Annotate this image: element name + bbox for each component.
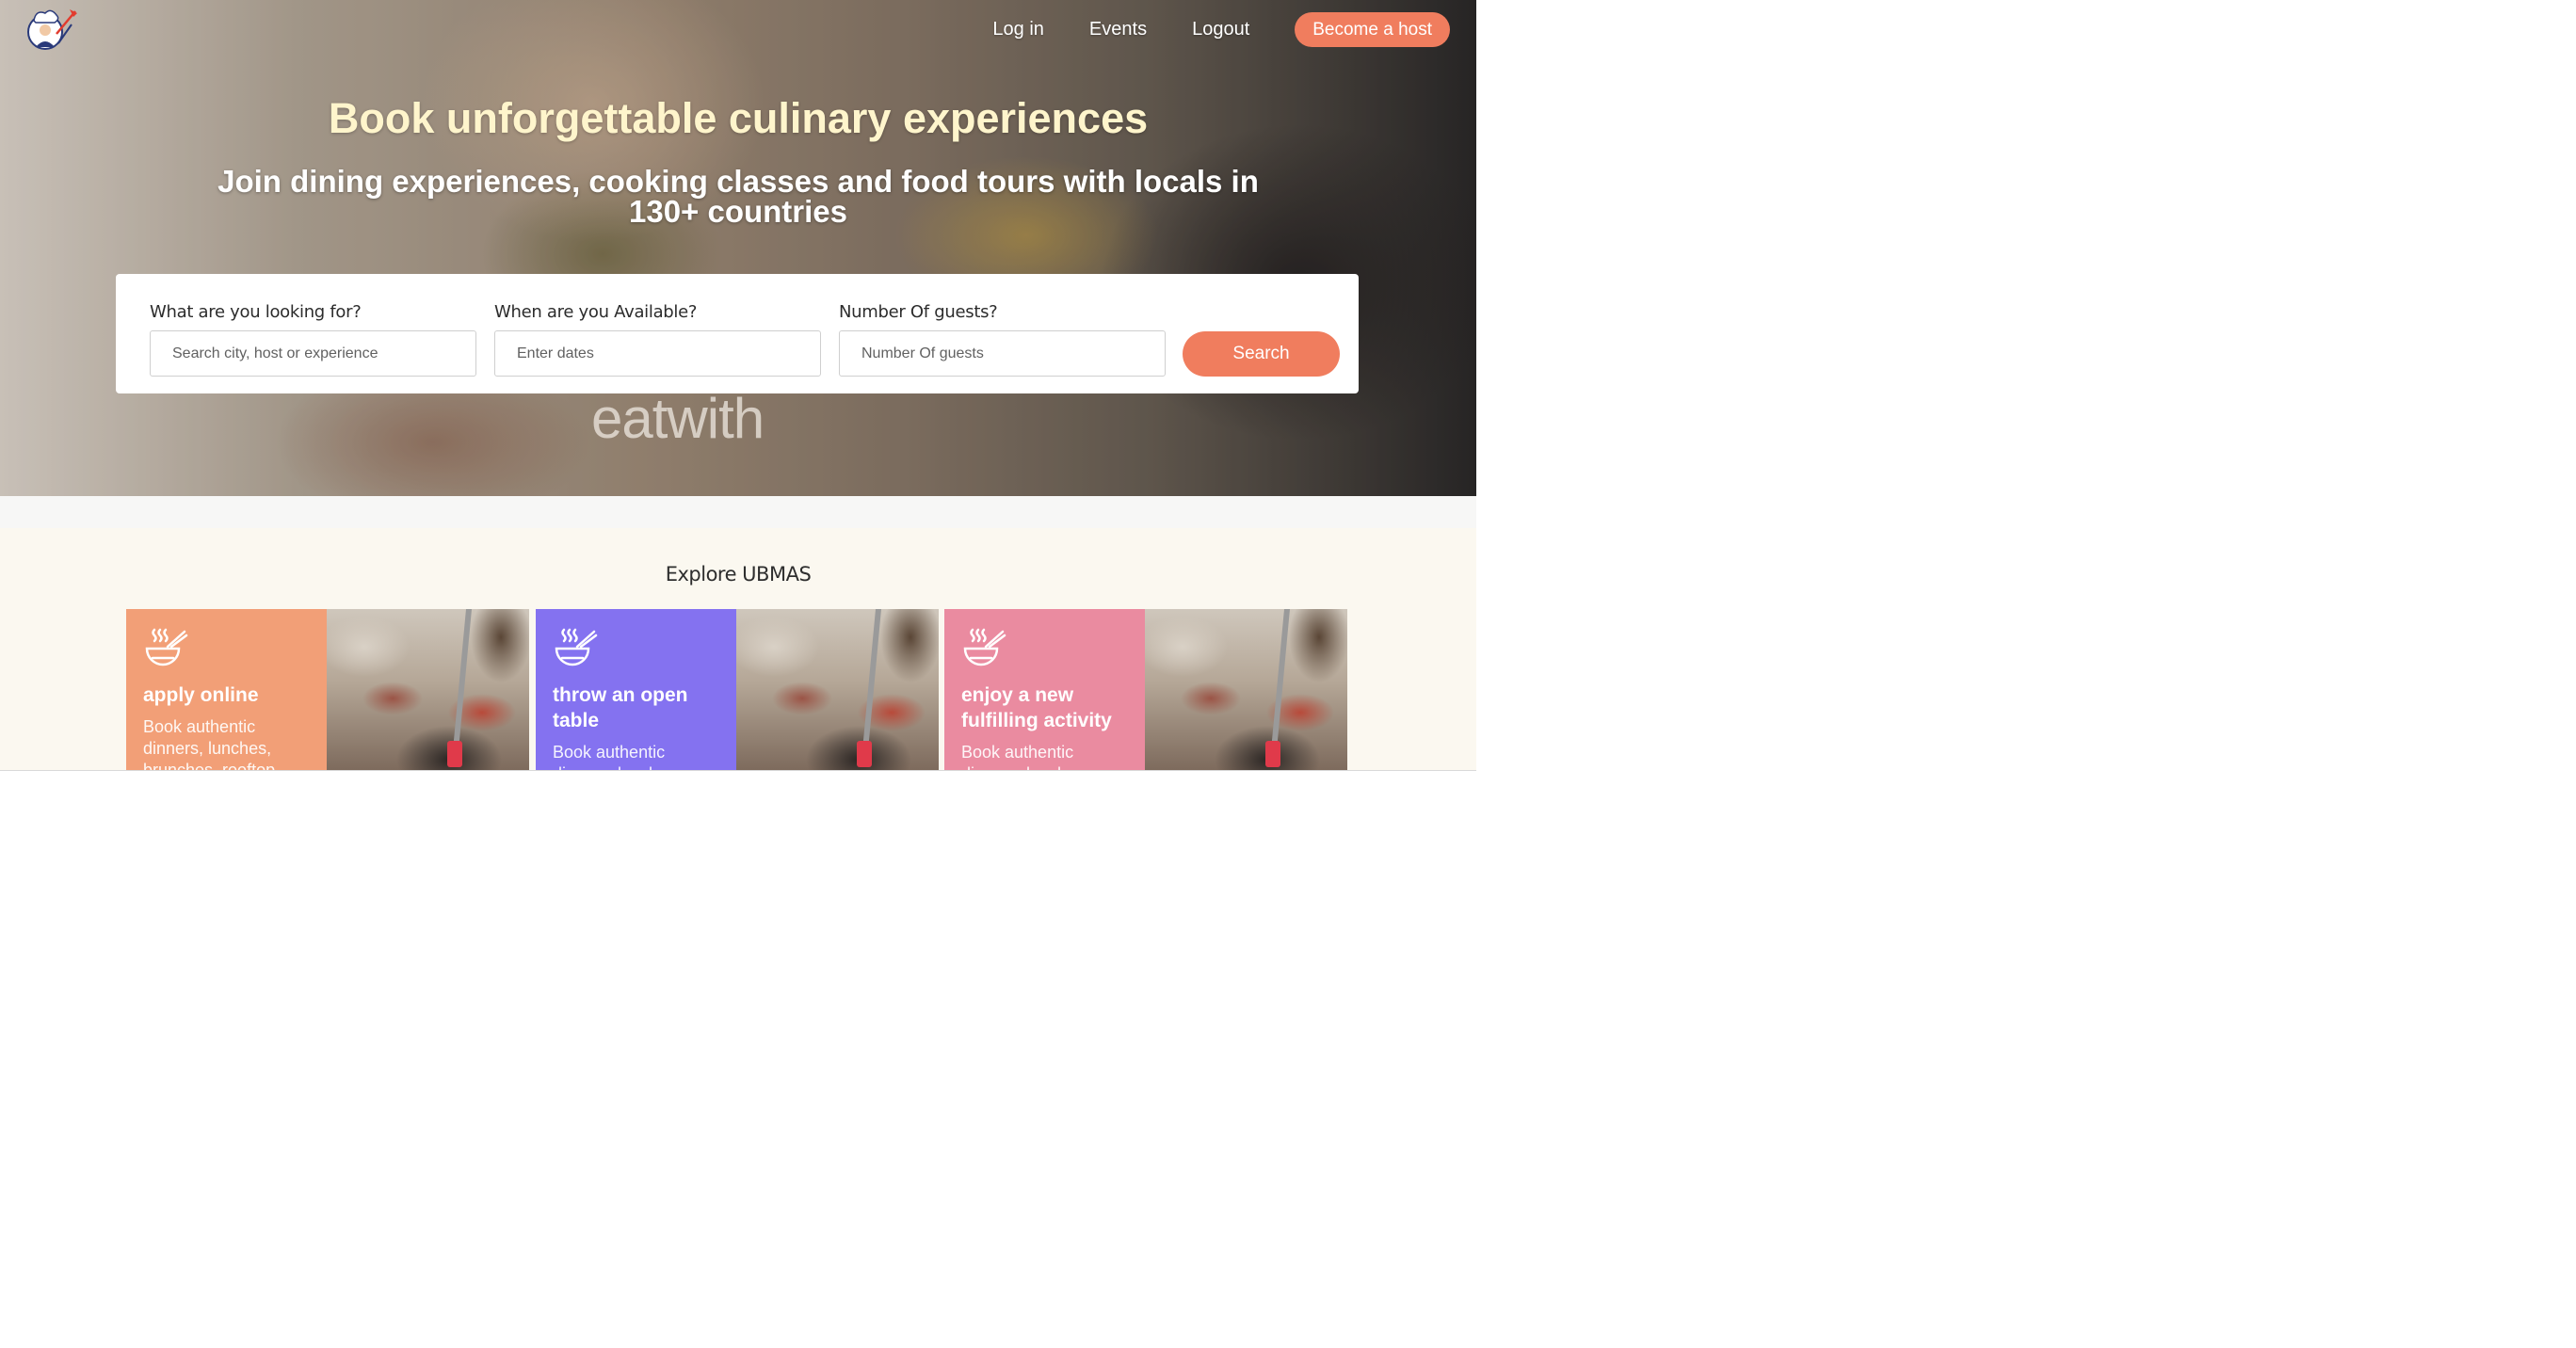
top-nav: Log in Events Logout Become a host xyxy=(992,12,1450,47)
noodle-bowl-icon xyxy=(555,628,598,666)
what-field-group: What are you looking for? xyxy=(150,302,476,377)
what-search-input[interactable] xyxy=(150,330,476,377)
explore-card-new-activity[interactable]: enjoy a new fulfilling activity Book aut… xyxy=(944,609,1347,771)
guests-input[interactable] xyxy=(839,330,1166,377)
hero-headline: Book unforgettable culinary experiences xyxy=(328,94,1149,142)
guests-label: Number Of guests? xyxy=(839,302,998,322)
card-description: Book authentic dinners, lunches xyxy=(961,743,1085,771)
food-photo xyxy=(736,609,939,771)
explore-title: Explore UBMAS xyxy=(665,563,812,586)
card-description: Book authentic dinners, lunches, brunche… xyxy=(143,717,276,771)
ladle-image xyxy=(1265,609,1290,767)
ladle-image xyxy=(857,609,881,767)
explore-section: Explore UBMAS apply online Book authenti… xyxy=(0,528,1476,771)
hero-subheadline: Join dining experiences, cooking classes… xyxy=(217,164,1259,229)
when-label: When are you Available? xyxy=(494,302,698,322)
noodle-bowl-icon xyxy=(963,628,1006,666)
card-panel: throw an open table Book authentic dinne… xyxy=(536,609,736,771)
card-description: Book authentic dinners, lunches xyxy=(553,743,676,771)
noodle-bowl-icon xyxy=(145,628,188,666)
guests-field-group: Number Of guests? xyxy=(839,302,1166,377)
nav-logout-link[interactable]: Logout xyxy=(1192,19,1249,40)
explore-card-apply-online[interactable]: apply online Book authentic dinners, lun… xyxy=(126,609,529,771)
search-button[interactable]: Search xyxy=(1183,331,1340,377)
become-host-button[interactable]: Become a host xyxy=(1295,12,1450,47)
ladle-image xyxy=(447,609,472,767)
what-label: What are you looking for? xyxy=(150,302,362,322)
hero-photo-watermark: eatwith xyxy=(591,387,765,450)
card-panel: apply online Book authentic dinners, lun… xyxy=(126,609,327,771)
card-title: enjoy a new fulfilling activity xyxy=(961,684,1112,731)
card-title: throw an open table xyxy=(553,684,688,731)
chef-logo-icon[interactable] xyxy=(23,6,81,51)
explore-card-open-table[interactable]: throw an open table Book authentic dinne… xyxy=(536,609,939,771)
nav-login-link[interactable]: Log in xyxy=(992,19,1044,40)
food-photo xyxy=(327,609,529,771)
food-photo xyxy=(1145,609,1347,771)
search-panel: What are you looking for? When are you A… xyxy=(116,274,1359,393)
page-bottom-edge xyxy=(0,770,1476,771)
nav-events-link[interactable]: Events xyxy=(1089,19,1147,40)
when-field-group: When are you Available? xyxy=(494,302,821,377)
section-divider xyxy=(0,496,1476,528)
dates-input[interactable] xyxy=(494,330,821,377)
card-title: apply online xyxy=(143,684,259,706)
hero-section: eatwith Log in Events Logout Become a ho… xyxy=(0,0,1476,496)
card-panel: enjoy a new fulfilling activity Book aut… xyxy=(944,609,1145,771)
